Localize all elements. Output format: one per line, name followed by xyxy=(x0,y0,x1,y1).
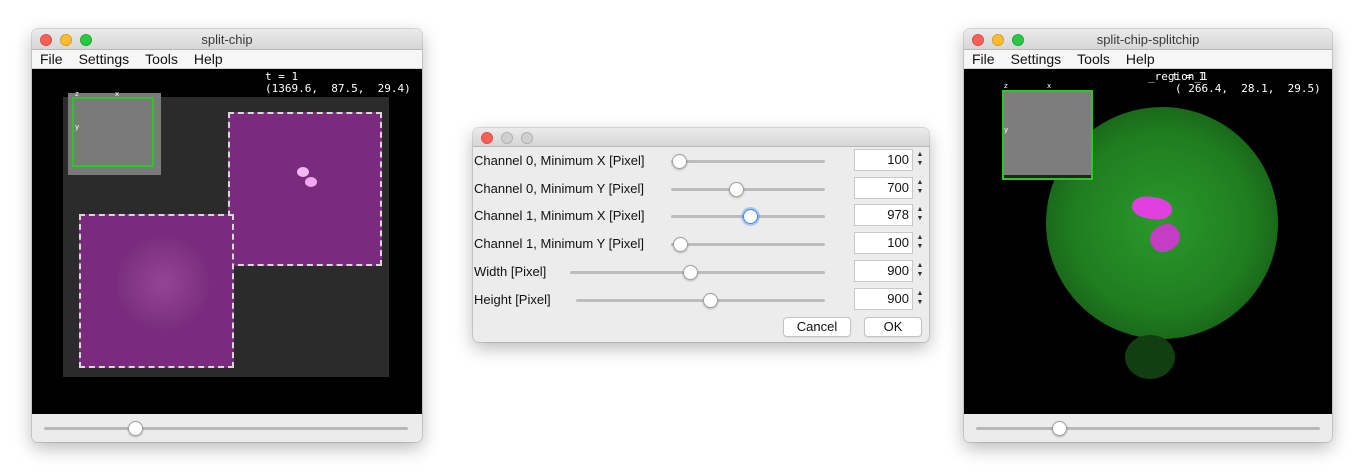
time-slider-track[interactable] xyxy=(976,421,1320,436)
cell-blob xyxy=(297,167,309,177)
cancel-button[interactable]: Cancel xyxy=(783,317,851,337)
overview-axis-y: y xyxy=(1004,126,1009,134)
overview-axis-x: x xyxy=(115,90,120,98)
field-label: Channel 1, Minimum Y [Pixel] xyxy=(474,236,645,252)
right-viewer-window: split-chip-splitchip File Settings Tools… xyxy=(964,29,1332,442)
stepper-arrows-icon[interactable]: ▲ ▼ xyxy=(915,233,925,253)
cell-blob-2 xyxy=(305,177,317,187)
dialog-row: Channel 1, Minimum Y [Pixel] 100 ▲ ▼ xyxy=(473,231,929,258)
zoom-window-button[interactable] xyxy=(1012,34,1024,46)
ok-button[interactable]: OK xyxy=(864,317,922,337)
value-slider-thumb[interactable] xyxy=(671,154,687,169)
overview-view-box[interactable] xyxy=(72,97,154,167)
overview-view-box[interactable] xyxy=(1002,90,1093,180)
value-slider-track[interactable] xyxy=(671,181,825,197)
right-window-title: split-chip-splitchip xyxy=(1096,32,1200,47)
field-label: Height [Pixel] xyxy=(474,291,551,307)
right-menubar: File Settings Tools Help xyxy=(964,50,1332,69)
menu-tools[interactable]: Tools xyxy=(145,51,178,67)
value-number-field[interactable]: 900 xyxy=(854,287,913,310)
time-slider-thumb[interactable] xyxy=(128,421,143,436)
stepper-arrows-icon[interactable]: ▲ ▼ xyxy=(915,205,925,225)
channel-1-region[interactable] xyxy=(228,112,382,266)
dialog-row: Channel 1, Minimum X [Pixel] 978 ▲ ▼ xyxy=(473,203,929,230)
overview-axis-y: y xyxy=(75,123,80,131)
left-window-titlebar[interactable]: split-chip xyxy=(32,29,422,50)
value-number-field[interactable]: 100 xyxy=(854,232,913,255)
coordinate-readout: (1369.6, 87.5, 29.4) xyxy=(265,82,411,95)
value-number-field[interactable]: 900 xyxy=(854,259,913,282)
left-viewer-window: split-chip File Settings Tools Help z x … xyxy=(32,29,422,442)
field-label: Channel 1, Minimum X [Pixel] xyxy=(474,208,645,224)
menu-file[interactable]: File xyxy=(40,51,63,67)
dialog-minimize-button xyxy=(501,132,513,144)
value-slider-thumb[interactable] xyxy=(742,209,758,225)
time-slider-track[interactable] xyxy=(44,421,408,436)
value-slider-track[interactable] xyxy=(671,154,825,169)
stepper-arrows-icon[interactable]: ▲ ▼ xyxy=(915,261,925,281)
menu-file[interactable]: File xyxy=(972,51,995,67)
dialog-row: Channel 0, Minimum Y [Pixel] 700 ▲ ▼ xyxy=(473,176,929,203)
value-slider-track[interactable] xyxy=(576,292,825,308)
left-time-slider-bar xyxy=(32,414,422,442)
minimize-window-button[interactable] xyxy=(60,34,72,46)
dialog-row: Channel 0, Minimum X [Pixel] 100 ▲ ▼ xyxy=(473,148,929,175)
close-window-button[interactable] xyxy=(972,34,984,46)
field-label: Channel 0, Minimum X [Pixel] xyxy=(474,153,645,168)
minimize-window-button[interactable] xyxy=(992,34,1004,46)
dialog-row: Width [Pixel] 900 ▲ ▼ xyxy=(473,259,929,286)
dialog-close-button[interactable] xyxy=(481,132,493,144)
menu-help[interactable]: Help xyxy=(1126,51,1155,67)
time-slider-thumb[interactable] xyxy=(1051,421,1067,436)
menu-tools[interactable]: Tools xyxy=(1077,51,1110,67)
menu-settings[interactable]: Settings xyxy=(79,51,130,67)
dialog-form: Channel 0, Minimum X [Pixel] 100 ▲ ▼ Channel… xyxy=(473,148,929,318)
overview-bottom-strip xyxy=(1004,175,1091,178)
value-number-field[interactable]: 700 xyxy=(854,176,913,199)
dialog-row: Height [Pixel] 900 ▲ ▼ xyxy=(473,287,929,314)
menu-settings[interactable]: Settings xyxy=(1011,51,1062,67)
left-window-title: split-chip xyxy=(201,32,253,47)
overview-axis-z: z xyxy=(1004,82,1008,90)
split-settings-dialog: Channel 0, Minimum X [Pixel] 100 ▲ ▼ Channel… xyxy=(473,128,929,342)
value-slider-track[interactable] xyxy=(570,264,825,280)
close-window-button[interactable] xyxy=(40,34,52,46)
zoom-window-button[interactable] xyxy=(80,34,92,46)
left-image-canvas[interactable]: z x y t = 1 (1369.6, 87.5, 29.4) xyxy=(32,69,422,414)
stepper-arrows-icon[interactable]: ▲ ▼ xyxy=(915,150,925,170)
field-label: Width [Pixel] xyxy=(474,263,547,279)
right-time-slider-bar xyxy=(964,414,1332,442)
value-number-field[interactable]: 978 xyxy=(854,204,913,227)
value-slider-thumb[interactable] xyxy=(673,237,689,253)
value-slider-track[interactable] xyxy=(671,209,825,225)
right-window-titlebar[interactable]: split-chip-splitchip xyxy=(964,29,1332,50)
right-image-canvas[interactable]: z x y _region_1 t = 1 ( 266.4, 28.1, 29.… xyxy=(964,69,1332,414)
small-green-cell xyxy=(1125,335,1175,379)
stepper-arrows-icon[interactable]: ▲ ▼ xyxy=(915,178,925,198)
field-label: Channel 0, Minimum Y [Pixel] xyxy=(474,180,645,196)
value-number-field[interactable]: 100 xyxy=(854,149,913,171)
menu-help[interactable]: Help xyxy=(194,51,223,67)
value-slider-track[interactable] xyxy=(671,237,825,253)
value-slider-thumb[interactable] xyxy=(682,264,698,280)
stepper-arrows-icon[interactable]: ▲ ▼ xyxy=(915,289,925,309)
dialog-titlebar[interactable] xyxy=(473,128,929,147)
value-slider-thumb[interactable] xyxy=(728,181,744,197)
overview-axis-x: x xyxy=(1047,82,1052,90)
faint-cell xyxy=(117,237,209,329)
left-menubar: File Settings Tools Help xyxy=(32,50,422,69)
coordinate-readout: ( 266.4, 28.1, 29.5) xyxy=(1175,82,1321,95)
value-slider-thumb[interactable] xyxy=(703,292,719,308)
dialog-zoom-button xyxy=(521,132,533,144)
overview-axis-z: z xyxy=(75,90,79,98)
